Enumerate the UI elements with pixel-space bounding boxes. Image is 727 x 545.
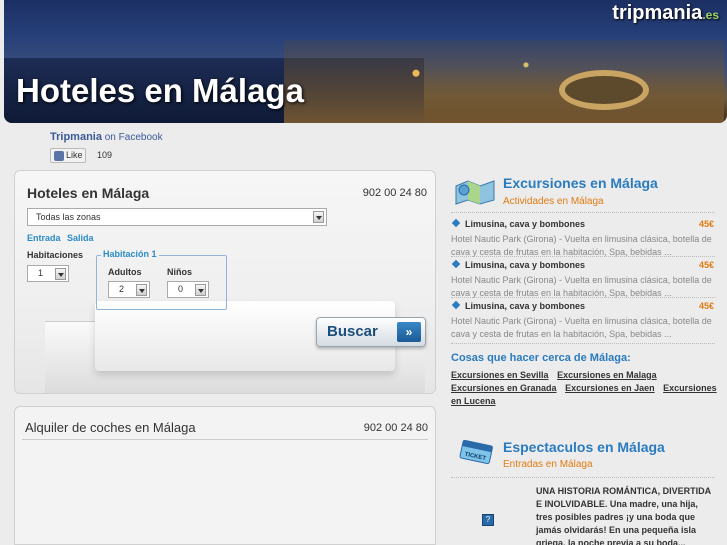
facebook-page-link[interactable]: Tripmania [50,131,102,143]
thumbs-up-icon [54,151,64,161]
hotel-search-panel: Hoteles en Málaga 902 00 24 80 Todas las… [14,170,436,394]
map-icon [455,180,495,205]
buscar-label: Buscar [327,323,378,340]
like-count: 109 [97,150,113,160]
zone-select-value: Todas las zonas [36,212,101,222]
habitaciones-label: Habitaciones [27,250,84,260]
help-icon[interactable]: ? [482,514,494,526]
tripmania-logo[interactable]: tripmania.es [612,2,719,25]
salida-link[interactable]: Salida [67,233,94,243]
habitaciones-value: 1 [38,268,44,278]
divider [451,297,715,298]
excursion-name[interactable]: Limusina, cava y bombones [465,301,585,311]
divider [451,343,715,344]
adultos-select[interactable]: 2 [108,281,150,298]
divider [451,256,715,257]
chevron-down-icon [195,284,206,296]
hotel-phone: 902 00 24 80 [362,187,427,199]
car-rental-header: Alquiler de coches en Málaga 902 00 24 8… [22,414,428,440]
excursiones-title[interactable]: Excursiones en Málaga [503,175,658,191]
page-title: Hoteles en Málaga [16,72,304,109]
link-excursiones-malaga[interactable]: Excursiones en Malaga [557,370,657,380]
habitaciones-select[interactable]: 1 [27,265,69,282]
ninos-label: Niños [167,267,193,277]
ticket-icon: TICKET [459,439,493,465]
chevron-down-icon [55,268,66,280]
excursiones-subtitle[interactable]: Actividades en Málaga [503,196,604,207]
hotel-panel-title: Hoteles en Málaga [27,185,150,201]
car-rental-panel: Alquiler de coches en Málaga 902 00 24 8… [14,406,436,545]
facebook-like-button[interactable]: Like [50,148,86,163]
chevron-down-icon [313,211,324,223]
ninos-value: 0 [178,284,184,294]
header-banner: Hoteles en Málaga tripmania.es [4,0,727,123]
excursion-price: 45€ [698,260,714,270]
espectaculo-description: UNA HISTORIA ROMÁNTICA, DIVERTIDA E INOL… [536,486,711,545]
like-label: Like [66,150,83,160]
banner-bullring [559,70,649,110]
diamond-bullet-icon [451,259,461,269]
cosas-links: Excursiones en Sevilla Excursiones en Ma… [451,369,717,408]
espectaculos-subtitle[interactable]: Entradas en Málaga [503,459,593,470]
logo-suffix: .es [702,8,719,22]
ninos-select[interactable]: 0 [167,281,209,298]
excursion-name[interactable]: Limusina, cava y bombones [465,219,585,229]
habitacion-legend: Habitación 1 [101,249,159,259]
facebook-on-text: on Facebook [104,132,163,143]
chevron-down-icon [136,284,147,296]
link-excursiones-sevilla[interactable]: Excursiones en Sevilla [451,370,549,380]
zone-select[interactable]: Todas las zonas [27,208,327,226]
car-rental-phone: 902 00 24 80 [363,422,428,434]
diamond-bullet-icon [451,300,461,310]
double-chevron-right-icon: » [397,322,421,342]
entrada-link[interactable]: Entrada [27,233,61,243]
cosas-title: Cosas que hacer cerca de Málaga: [451,352,631,364]
link-excursiones-jaen[interactable]: Excursiones en Jaen [565,383,655,393]
excursion-desc: Hotel Nautic Park (Girona) - Vuelta en l… [451,316,712,339]
adultos-label: Adultos [108,267,142,277]
link-excursiones-granada[interactable]: Excursiones en Granada [451,383,557,393]
facebook-line: Tripmania on Facebook [50,131,163,143]
banner-city-lights [284,40,724,123]
divider [451,212,715,213]
espectaculos-title[interactable]: Espectaculos en Málaga [503,439,665,455]
excursion-price: 45€ [698,219,714,229]
adultos-value: 2 [119,284,125,294]
excursion-price: 45€ [698,301,714,311]
divider [451,477,715,478]
diamond-bullet-icon [451,218,461,228]
excursion-name[interactable]: Limusina, cava y bombones [465,260,585,270]
logo-main: tripmania [612,2,703,24]
car-rental-title: Alquiler de coches en Málaga [25,420,196,435]
buscar-button[interactable]: Buscar » [316,317,426,347]
